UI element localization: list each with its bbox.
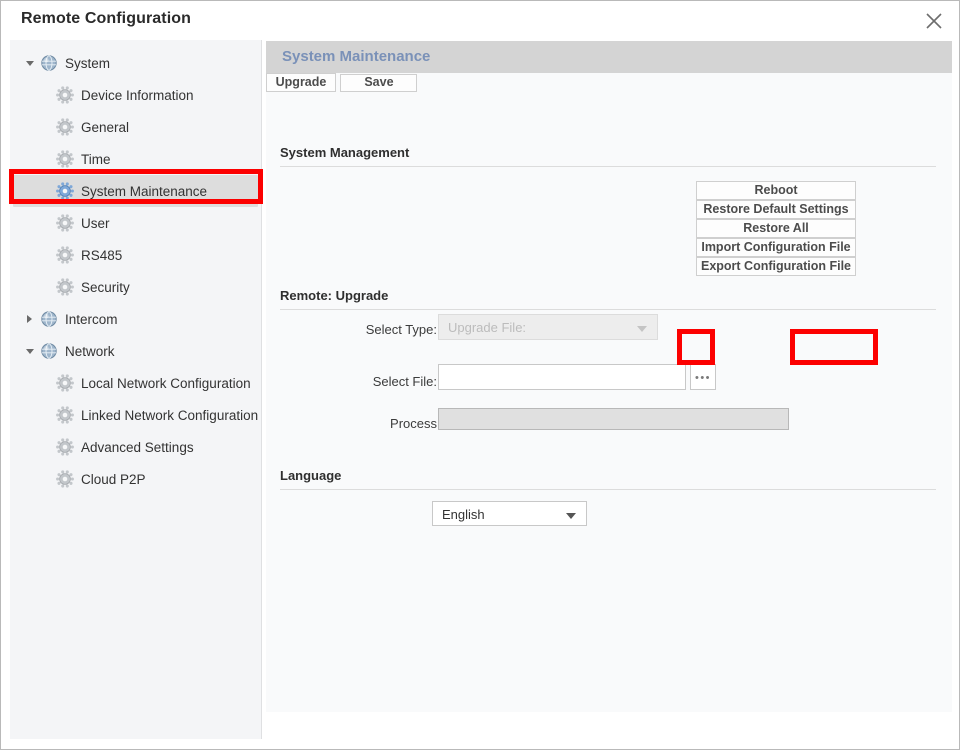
gear-globe-icon [56, 246, 74, 264]
save-button[interactable]: Save [340, 74, 417, 92]
sidebar-item-cloud-p2p[interactable]: Cloud P2P [10, 463, 261, 495]
reboot-button[interactable]: Reboot [696, 181, 856, 200]
sidebar-item-label: Time [81, 152, 111, 167]
sidebar-item-label: Local Network Configuration [81, 376, 251, 391]
chevron-down-icon[interactable] [24, 57, 36, 69]
window-title-bar: Remote Configuration [1, 1, 959, 40]
chevron-down-icon [566, 513, 576, 519]
language-heading: Language [280, 468, 341, 483]
sidebar-item-label: Network [65, 344, 115, 359]
gear-globe-icon [56, 278, 74, 296]
section-divider [280, 309, 936, 310]
sidebar-item-label: Cloud P2P [81, 472, 146, 487]
import-configuration-file-button[interactable]: Import Configuration File [696, 238, 856, 257]
gear-globe-icon [56, 470, 74, 488]
sidebar-item-intercom[interactable]: Intercom [10, 303, 261, 335]
system-management-heading: System Management [280, 145, 409, 160]
gear-globe-icon [56, 406, 74, 424]
restore-all-button[interactable]: Restore All [696, 219, 856, 238]
panel-header: System Maintenance [266, 41, 952, 73]
sidebar-item-label: RS485 [81, 248, 122, 263]
select-type-value: Upgrade File: [448, 320, 526, 335]
sidebar-item-label: User [81, 216, 110, 231]
restore-default-settings-button[interactable]: Restore Default Settings [696, 200, 856, 219]
sidebar-item-label: Linked Network Configuration [81, 408, 258, 423]
browse-file-button[interactable]: ••• [690, 364, 716, 390]
sidebar-item-label: General [81, 120, 129, 135]
sidebar-item-device-information[interactable]: Device Information [10, 79, 261, 111]
gear-globe-icon [56, 438, 74, 456]
page-title: Remote Configuration [21, 10, 191, 28]
select-type-label: Select Type: [342, 322, 437, 337]
chevron-right-icon[interactable] [24, 313, 36, 325]
remote-upgrade-heading: Remote: Upgrade [280, 288, 388, 303]
process-progress-bar [438, 408, 789, 430]
sidebar-item-general[interactable]: General [10, 111, 261, 143]
sidebar-item-security[interactable]: Security [10, 271, 261, 303]
config-tree: System Device Information General Time Syste… [10, 40, 261, 495]
sidebar-item-label: Security [81, 280, 130, 295]
section-divider [280, 166, 936, 167]
chevron-down-icon [637, 326, 647, 332]
section-divider [280, 489, 936, 490]
sidebar-item-user[interactable]: User [10, 207, 261, 239]
sidebar-item-system-maintenance[interactable]: System Maintenance [13, 175, 258, 207]
sidebar-item-system[interactable]: System [10, 47, 261, 79]
sidebar-item-label: Advanced Settings [81, 440, 194, 455]
gear-globe-icon [56, 86, 74, 104]
panel-body: System Management Reboot Restore Default… [266, 73, 952, 712]
sidebar-item-label: Device Information [81, 88, 194, 103]
select-file-label: Select File: [342, 374, 437, 389]
gear-globe-icon [56, 150, 74, 168]
upgrade-button[interactable]: Upgrade [266, 73, 336, 92]
gear-globe-icon [56, 374, 74, 392]
sidebar-item-label: System Maintenance [81, 184, 207, 199]
sidebar-item-advanced-settings[interactable]: Advanced Settings [10, 431, 261, 463]
export-configuration-file-button[interactable]: Export Configuration File [696, 257, 856, 276]
sidebar-item-label: Intercom [65, 312, 118, 327]
gear-globe-icon [56, 214, 74, 232]
gear-globe-icon [56, 118, 74, 136]
remote-configuration-window: Remote Configuration System Device Inform… [0, 0, 960, 750]
language-select-value: English [442, 507, 485, 522]
process-label: Process [342, 416, 437, 431]
select-file-input[interactable] [438, 364, 686, 390]
sidebar-item-local-network-configuration[interactable]: Local Network Configuration [10, 367, 261, 399]
select-type-dropdown[interactable]: Upgrade File: [438, 314, 658, 340]
sidebar-item-time[interactable]: Time [10, 143, 261, 175]
sidebar-item-label: System [65, 56, 110, 71]
language-select[interactable]: English [432, 501, 587, 526]
panel-title: System Maintenance [282, 48, 430, 65]
sidebar-item-network[interactable]: Network [10, 335, 261, 367]
globe-icon [40, 342, 58, 360]
chevron-down-icon[interactable] [24, 345, 36, 357]
globe-icon [40, 54, 58, 72]
globe-icon [40, 310, 58, 328]
gear-globe-icon [56, 182, 74, 200]
sidebar-item-linked-network-configuration[interactable]: Linked Network Configuration [10, 399, 261, 431]
content-panel: System Maintenance System Management Reb… [266, 41, 952, 712]
close-icon[interactable] [921, 8, 947, 34]
navigation-sidebar: System Device Information General Time Syste… [10, 40, 262, 739]
sidebar-item-rs485[interactable]: RS485 [10, 239, 261, 271]
